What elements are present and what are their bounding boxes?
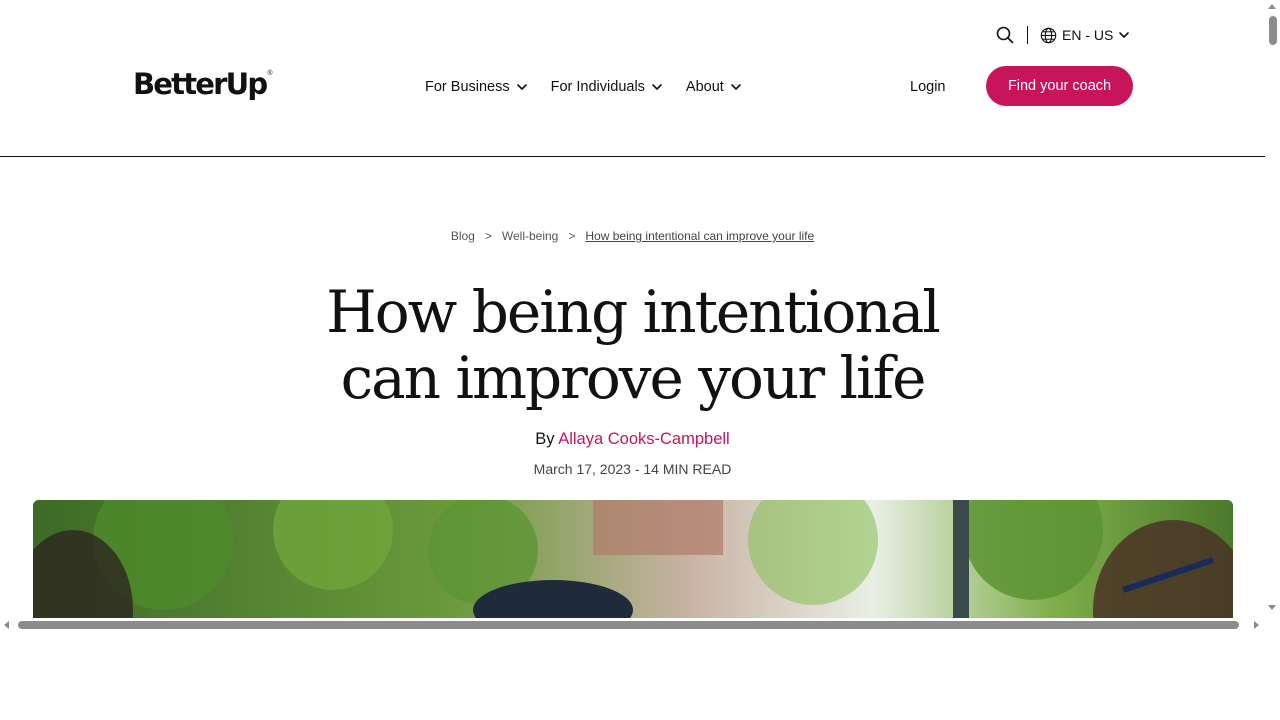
logo-wordmark: BetterUp <box>133 67 268 101</box>
hero-photo <box>33 500 1233 618</box>
scroll-up-icon[interactable] <box>1268 4 1276 9</box>
article-title-text: How being intentional can improve your l… <box>326 278 941 412</box>
nav-item-label: For Business <box>425 79 510 95</box>
language-selector[interactable]: EN - US <box>1040 27 1130 44</box>
betterup-logo[interactable]: BetterUp ® <box>133 66 273 106</box>
chevron-down-icon <box>652 84 662 90</box>
horizontal-scroll-thumb[interactable] <box>18 621 1239 629</box>
scroll-left-icon[interactable] <box>4 621 9 629</box>
page-viewport: EN - US BetterUp ® For Business For Indi… <box>0 0 1265 618</box>
search-button[interactable] <box>994 24 1016 46</box>
chevron-down-icon <box>1119 32 1130 38</box>
chevron-down-icon <box>731 84 741 90</box>
breadcrumb-current-page[interactable]: How being intentional can improve your l… <box>585 229 814 243</box>
site-header: EN - US BetterUp ® For Business For Indi… <box>0 0 1265 157</box>
main-nav: For Business For Individuals About <box>425 76 765 98</box>
breadcrumb-well-being[interactable]: Well-being <box>502 229 558 243</box>
blank-area <box>0 632 1280 720</box>
article-byline: By Allaya Cooks-Campbell <box>0 430 1265 449</box>
vertical-scrollbar[interactable] <box>1265 0 1280 618</box>
author-link[interactable]: Allaya Cooks-Campbell <box>558 430 730 448</box>
globe-icon <box>1040 27 1057 43</box>
find-your-coach-button[interactable]: Find your coach <box>986 66 1133 106</box>
breadcrumb-separator: > <box>484 229 492 243</box>
breadcrumb-separator: > <box>568 229 576 243</box>
chevron-down-icon <box>516 84 527 90</box>
breadcrumb-blog[interactable]: Blog <box>451 229 475 243</box>
utility-divider <box>1027 26 1028 44</box>
utility-bar: EN - US <box>994 22 1130 48</box>
nav-item-label: About <box>685 79 724 95</box>
logo-registered-mark: ® <box>267 70 273 77</box>
article-title: How being intentional can improve your l… <box>0 279 1265 411</box>
breadcrumb: Blog > Well-being > How being intentiona… <box>0 229 1265 243</box>
vertical-scroll-thumb[interactable] <box>1269 16 1277 45</box>
article-meta: March 17, 2023 - 14 MIN READ <box>533 461 732 477</box>
login-link[interactable]: Login <box>910 76 945 98</box>
nav-item-for-individuals[interactable]: For Individuals <box>551 79 663 95</box>
nav-item-for-business[interactable]: For Business <box>425 79 528 95</box>
article-hero-image <box>33 500 1233 618</box>
nav-item-about[interactable]: About <box>686 79 742 95</box>
horizontal-scrollbar[interactable] <box>0 618 1265 632</box>
nav-item-label: For Individuals <box>550 79 645 95</box>
scroll-down-icon[interactable] <box>1268 605 1276 610</box>
search-icon <box>996 26 1014 44</box>
language-label: EN - US <box>1062 27 1114 43</box>
scroll-right-icon[interactable] <box>1254 621 1259 629</box>
byline-prefix: By <box>535 430 555 448</box>
